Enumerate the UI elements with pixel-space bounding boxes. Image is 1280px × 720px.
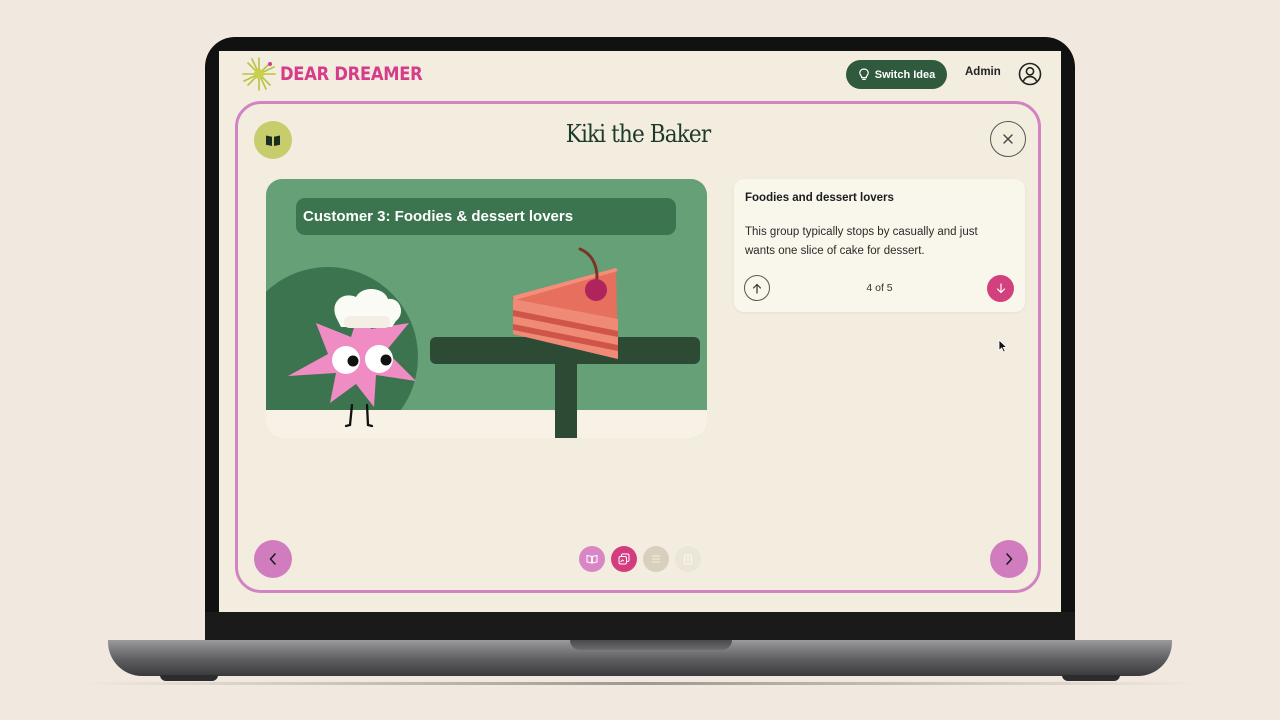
- card-title: Foodies and dessert lovers: [745, 192, 894, 204]
- card-description: This group typically stops by casually a…: [745, 226, 978, 257]
- book-icon: [586, 554, 598, 564]
- gallery-icon: [618, 553, 630, 565]
- step-indicator: [579, 546, 701, 572]
- document-icon: [684, 554, 692, 564]
- chevron-right-icon: [1006, 553, 1013, 565]
- admin-link[interactable]: Admin: [965, 66, 1001, 78]
- step-story[interactable]: [579, 546, 605, 572]
- app-screen: DEAR DREAMER Switch Idea Admin Kiki the …: [219, 51, 1061, 612]
- laptop-foot-left: [160, 675, 218, 681]
- item-counter: 4 of 5: [866, 282, 893, 294]
- mouse-cursor-icon: [998, 339, 1008, 353]
- page-title: Kiki the Baker: [565, 120, 711, 148]
- switch-idea-label: Switch Idea: [874, 68, 936, 81]
- scene-illustration: Customer 3: Foodies & dessert lovers: [266, 179, 707, 438]
- persona-card: Foodies and dessert lovers This group ty…: [734, 179, 1025, 312]
- step-gallery[interactable]: [611, 546, 637, 572]
- laptop-opening-notch: [570, 640, 732, 650]
- close-icon: [1003, 134, 1013, 144]
- next-item-button[interactable]: [987, 275, 1014, 302]
- logo[interactable]: DEAR DREAMER: [241, 57, 446, 91]
- chevron-left-icon: [269, 553, 276, 565]
- switch-idea-button[interactable]: Switch Idea: [846, 60, 947, 89]
- step-list[interactable]: [643, 546, 669, 572]
- lesson-panel: Kiki the Baker Customer 3: Foodies & des…: [235, 101, 1041, 593]
- list-icon: [651, 555, 661, 563]
- laptop-bezel-bottom: [205, 612, 1075, 640]
- sparkle-logo-icon: [242, 57, 276, 91]
- lightbulb-icon: [858, 68, 869, 80]
- arrow-down-icon: [996, 283, 1005, 294]
- step-document: [675, 546, 701, 572]
- previous-page-button[interactable]: [254, 540, 292, 578]
- close-button[interactable]: [990, 121, 1026, 157]
- laptop-shadow: [82, 682, 1198, 685]
- laptop-foot-right: [1062, 675, 1120, 681]
- scene-caption: Customer 3: Foodies & dessert lovers: [296, 198, 676, 235]
- logo-wordmark: DEAR DREAMER: [280, 63, 423, 85]
- next-page-button[interactable]: [990, 540, 1028, 578]
- user-account-icon[interactable]: [1018, 62, 1042, 86]
